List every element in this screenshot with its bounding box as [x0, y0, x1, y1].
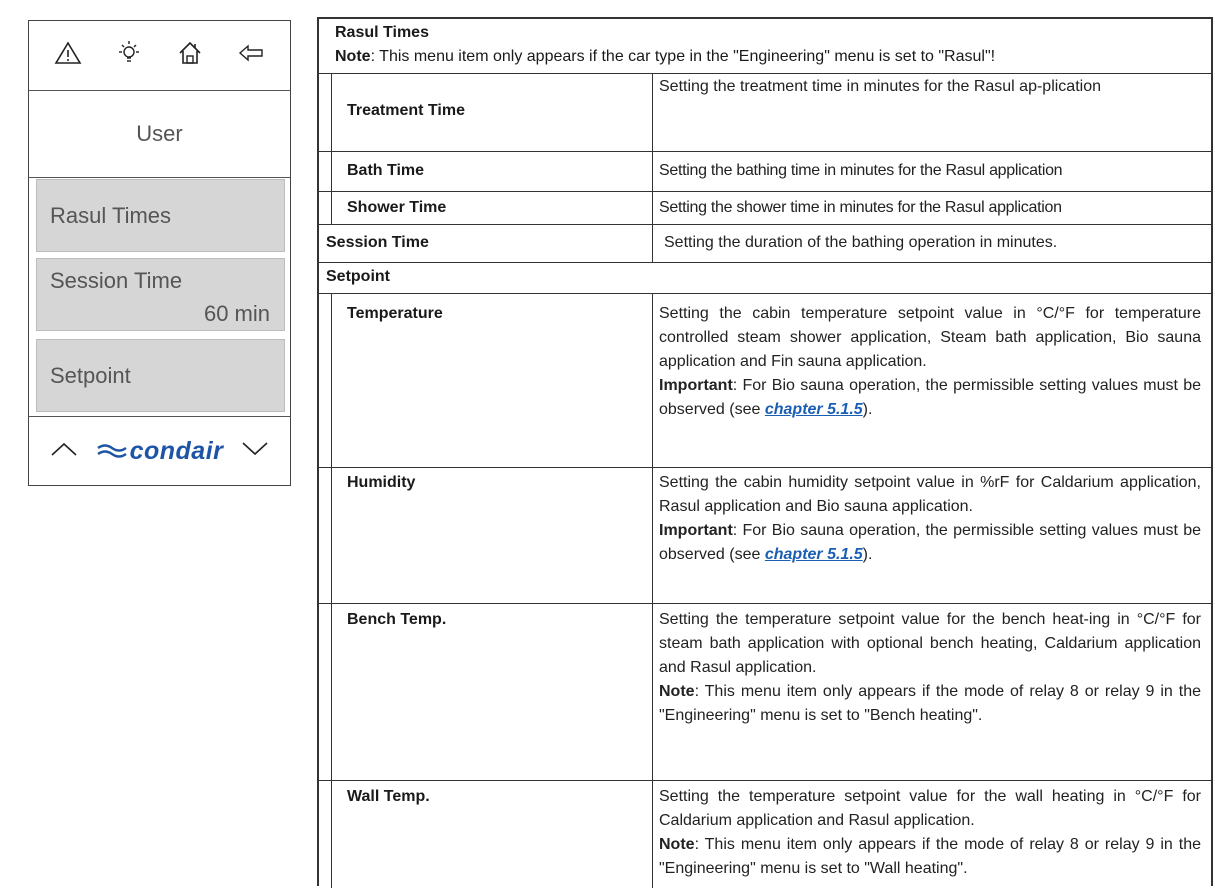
column-divider — [652, 74, 653, 225]
divider — [319, 73, 1211, 74]
section-title-rasul-times: Rasul Times — [335, 24, 429, 41]
menu-item-session-time[interactable]: Session Time 60 min — [36, 258, 285, 331]
divider — [319, 191, 1211, 192]
desc-text: Setting the cabin humidity setpoint valu… — [659, 474, 1201, 515]
desc-text: Setting the temperature setpoint value f… — [659, 788, 1201, 829]
important-label: Important — [659, 522, 733, 539]
indent-divider — [331, 74, 332, 225]
row-desc-bench-temp: Setting the temperature setpoint value f… — [659, 608, 1201, 728]
row-name-humidity: Humidity — [347, 474, 416, 491]
divider — [319, 467, 1211, 468]
row-desc-bath-time: Setting the bathing time in minutes for … — [659, 162, 1063, 179]
important-text: : For Bio sauna operation, the permissib… — [659, 377, 1201, 418]
nav-bar: condair — [29, 416, 290, 486]
note-text: : This menu item only appears if the mod… — [659, 683, 1201, 724]
divider — [319, 780, 1211, 781]
note-text: : This menu item only appears if the car… — [370, 48, 996, 65]
warning-icon[interactable] — [54, 39, 82, 72]
chevron-down-icon[interactable] — [240, 440, 270, 463]
row-name-session-time: Session Time — [326, 234, 429, 251]
menu-item-rasul-times[interactable]: Rasul Times — [36, 179, 285, 252]
bulb-icon[interactable] — [115, 39, 143, 72]
indent-divider — [331, 294, 332, 888]
important-label: Important — [659, 377, 733, 394]
divider — [319, 224, 1211, 225]
row-name-bench-temp: Bench Temp. — [347, 611, 447, 628]
row-desc-shower-time: Setting the shower time in minutes for t… — [659, 199, 1062, 216]
desc-text: Setting the cabin temperature setpoint v… — [659, 305, 1201, 370]
row-name-bath-time: Bath Time — [347, 162, 425, 179]
menu-title: User — [29, 91, 290, 178]
menu-item-value: 60 min — [203, 301, 270, 326]
divider — [319, 151, 1211, 152]
icon-bar — [29, 21, 290, 91]
row-desc-humidity: Setting the cabin humidity setpoint valu… — [659, 471, 1201, 567]
row-desc-wall-temp: Setting the temperature setpoint value f… — [659, 785, 1201, 881]
column-divider — [652, 294, 653, 888]
important-end: ). — [862, 401, 873, 418]
settings-table: Rasul Times Note: This menu item only ap… — [317, 17, 1213, 888]
logo-waves-icon — [96, 443, 127, 458]
divider — [319, 293, 1211, 294]
menu-item-label: Session Time — [50, 268, 183, 293]
divider — [319, 603, 1211, 604]
row-desc-session-time: Setting the duration of the bathing oper… — [664, 234, 1058, 251]
condair-logo: condair — [96, 437, 224, 466]
important-text: : For Bio sauna operation, the permissib… — [659, 522, 1201, 563]
chapter-link[interactable]: chapter 5.1.5 — [765, 401, 863, 418]
row-name-shower-time: Shower Time — [347, 199, 447, 216]
menu-item-setpoint[interactable]: Setpoint — [36, 339, 285, 412]
menu-item-label: Rasul Times — [50, 203, 172, 228]
section-title-setpoint: Setpoint — [326, 268, 390, 285]
chapter-link[interactable]: chapter 5.1.5 — [765, 546, 863, 563]
note-label: Note — [335, 48, 371, 65]
note-text: : This menu item only appears if the mod… — [659, 836, 1201, 877]
desc-text: Setting the temperature setpoint value f… — [659, 611, 1201, 676]
row-name-treatment-time: Treatment Time — [347, 102, 465, 119]
row-name-wall-temp: Wall Temp. — [347, 788, 430, 805]
row-desc-temperature: Setting the cabin temperature setpoint v… — [659, 302, 1201, 422]
menu-item-label: Setpoint — [50, 363, 131, 388]
divider — [319, 262, 1211, 263]
note-label: Note — [659, 683, 695, 700]
row-name-temperature: Temperature — [347, 305, 443, 322]
row-desc-treatment-time: Setting the treatment time in minutes fo… — [659, 78, 1101, 95]
back-arrow-icon[interactable] — [237, 39, 265, 72]
important-end: ). — [862, 546, 873, 563]
note-label: Note — [659, 836, 695, 853]
home-icon[interactable] — [176, 39, 204, 72]
chevron-up-icon[interactable] — [49, 440, 79, 463]
rasul-note: Note: This menu item only appears if the… — [335, 45, 995, 69]
logo-text: condair — [129, 437, 224, 465]
device-display: User Rasul Times Session Time 60 min Set… — [28, 20, 291, 486]
column-divider — [652, 225, 653, 263]
